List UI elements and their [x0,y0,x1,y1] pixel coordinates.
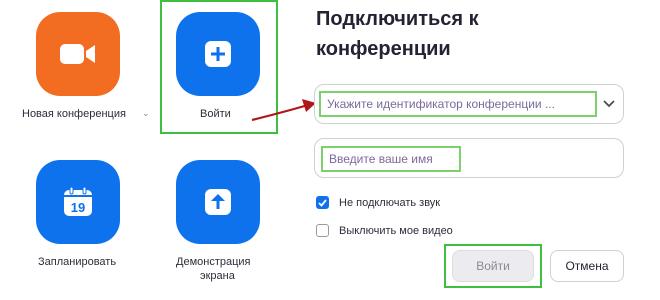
share-screen-label-line2: экрана [200,270,235,282]
chevron-down-icon [603,100,615,108]
share-screen-button[interactable] [176,160,260,244]
no-audio-option[interactable]: Не подключать звук [316,196,440,209]
share-arrow-up-icon [205,189,231,215]
video-off-option[interactable]: Выключить мое видео [316,224,453,237]
plus-icon [205,41,231,67]
video-off-label: Выключить мое видео [339,224,453,237]
schedule-tile[interactable]: 19 Запланировать [0,150,160,280]
new-meeting-label: Новая конференция [22,108,126,120]
video-camera-icon [60,44,95,64]
dialog-join-button[interactable]: Войти [452,250,534,282]
new-meeting-button[interactable] [36,12,120,96]
schedule-label: Запланировать [38,256,117,268]
join-button[interactable] [176,12,260,96]
calendar-icon: 19 [64,186,92,216]
name-field[interactable] [314,138,624,178]
checkmark-icon [318,198,327,207]
schedule-button[interactable]: 19 [36,160,120,244]
new-meeting-caret-icon[interactable]: ⌄ [142,108,150,119]
no-audio-checkbox[interactable] [316,196,329,209]
dialog-title-line2: конференции [316,38,451,60]
join-label: Войти [200,108,231,120]
dialog-title: Подключиться к конференции [316,4,646,64]
new-meeting-tile[interactable]: Новая конференция ⌄ [0,0,160,130]
meeting-id-dropdown-button[interactable] [598,93,620,115]
share-screen-tile[interactable]: Демонстрация экрана [160,150,278,290]
calendar-day-text: 19 [71,200,85,215]
meeting-id-input[interactable] [319,91,597,117]
no-audio-label: Не подключать звук [339,196,441,209]
dialog-cancel-button[interactable]: Отмена [550,250,624,282]
dialog-title-line1: Подключиться к [316,8,479,30]
name-input[interactable] [321,146,461,172]
share-screen-label-line1: Демонстрация [176,256,251,268]
meeting-id-combobox[interactable] [314,84,624,124]
zoom-home-window: Новая конференция ⌄ Войти 19 Запланирова… [0,0,660,300]
red-arrow-annotation [251,99,316,122]
video-off-checkbox[interactable] [316,224,329,237]
